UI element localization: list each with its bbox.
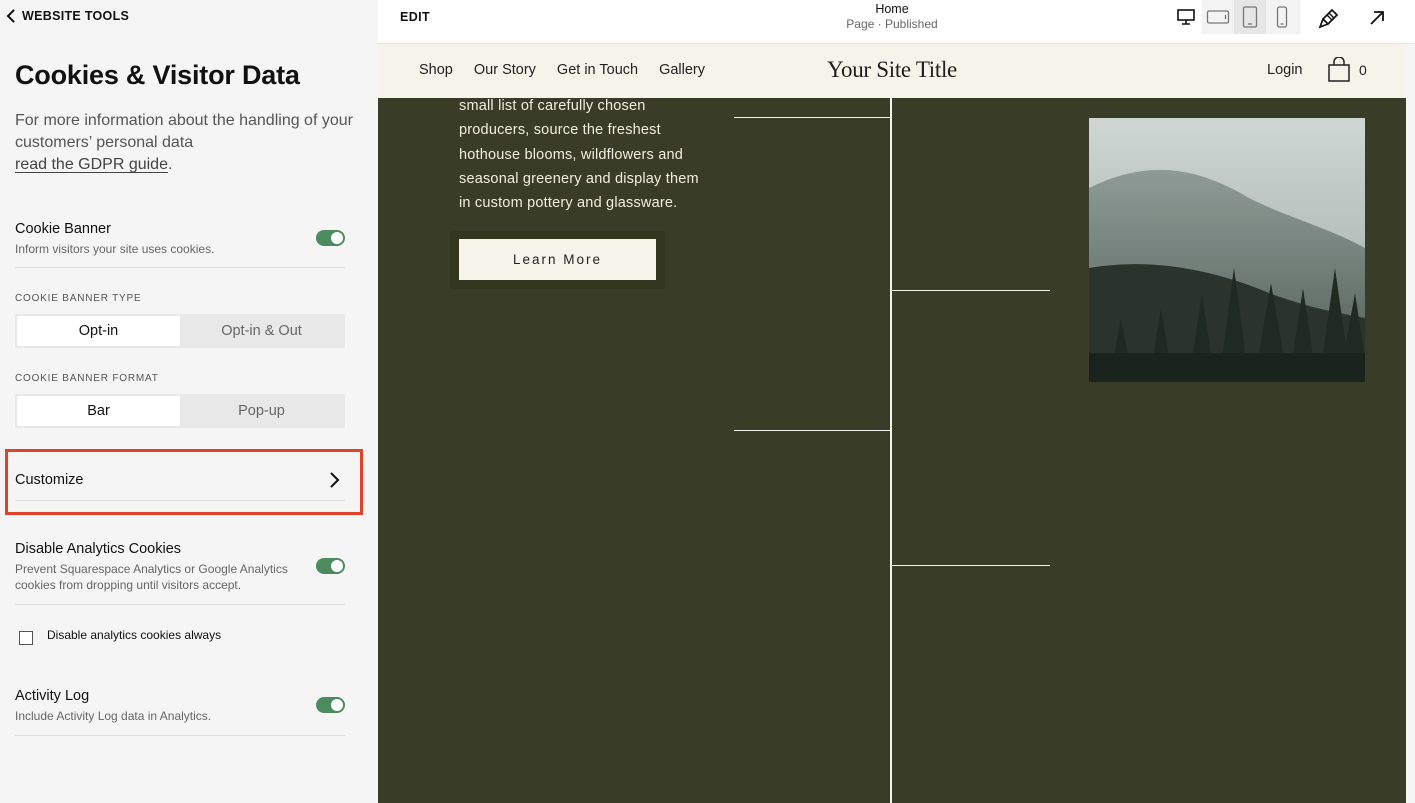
activity-log-toggle[interactable] — [316, 697, 345, 713]
banner-format-label: COOKIE BANNER FORMAT — [15, 373, 159, 384]
customize-row[interactable]: Customize — [15, 460, 345, 501]
activity-log-title: Activity Log — [15, 688, 90, 704]
tablet-landscape-icon — [1206, 10, 1230, 24]
site-content: small list of carefully chosen producers… — [378, 98, 1406, 803]
banner-type-opt-in-out[interactable]: Opt-in & Out — [180, 316, 343, 346]
cookie-banner-row: Cookie Banner Inform visitors your site … — [15, 221, 345, 268]
scrollbar-gutter — [1406, 44, 1415, 803]
analytics-always-row: Disable analytics cookies always — [19, 628, 221, 645]
chevron-right-icon — [330, 472, 340, 488]
divider-horizontal — [734, 430, 891, 431]
back-label: WEBSITE TOOLS — [22, 9, 130, 23]
divider-horizontal — [891, 290, 1050, 291]
description-suffix: . — [167, 156, 173, 173]
panel-description: For more information about the handling … — [15, 110, 355, 176]
device-switcher — [1170, 0, 1301, 34]
analytics-always-checkbox[interactable] — [19, 631, 33, 645]
disable-analytics-row: Disable Analytics Cookies Prevent Square… — [15, 541, 345, 605]
mobile-view-button[interactable] — [1266, 0, 1298, 34]
mobile-icon — [1276, 6, 1288, 28]
banner-format-popup[interactable]: Pop-up — [180, 396, 343, 426]
intro-text: small list of carefully chosen producers… — [459, 98, 699, 212]
desktop-view-button[interactable] — [1170, 0, 1202, 34]
settings-panel: WEBSITE TOOLS Cookies & Visitor Data For… — [0, 0, 378, 803]
disable-analytics-subtitle: Prevent Squarespace Analytics or Google … — [15, 562, 288, 592]
desktop-icon — [1177, 9, 1195, 25]
divider-vertical — [890, 98, 892, 803]
gdpr-guide-link[interactable]: read the GDPR guide — [15, 156, 168, 173]
cookie-banner-toggle[interactable] — [316, 230, 345, 246]
tablet-landscape-view-button[interactable] — [1202, 0, 1234, 34]
cookie-banner-title: Cookie Banner — [15, 221, 111, 237]
cart-count: 0 — [1359, 62, 1367, 78]
analytics-always-label: Disable analytics cookies always — [47, 628, 222, 642]
banner-type-opt-in[interactable]: Opt-in — [17, 316, 180, 346]
login-link[interactable]: Login — [1267, 62, 1302, 78]
divider-horizontal — [734, 117, 891, 118]
cart-button[interactable]: 0 — [1327, 57, 1367, 83]
disable-analytics-toggle[interactable] — [316, 558, 345, 574]
customize-label: Customize — [15, 472, 84, 488]
shopping-bag-icon — [1328, 57, 1350, 82]
tablet-portrait-view-button[interactable] — [1234, 0, 1266, 34]
banner-type-segmented-control: Opt-in Opt-in & Out — [15, 314, 345, 348]
paintbrush-icon[interactable] — [1318, 7, 1340, 29]
activity-log-row: Activity Log Include Activity Log data i… — [15, 688, 345, 736]
site-title[interactable]: Your Site Title — [378, 57, 1406, 83]
banner-format-segmented-control: Bar Pop-up — [15, 394, 345, 428]
open-external-icon[interactable] — [1366, 7, 1388, 29]
cookie-banner-subtitle: Inform visitors your site uses cookies. — [15, 242, 215, 256]
forest-fog-image — [1089, 118, 1365, 382]
learn-more-button[interactable]: Learn More — [459, 239, 656, 280]
banner-type-label: COOKIE BANNER TYPE — [15, 293, 142, 304]
divider-horizontal — [891, 565, 1050, 566]
tablet-portrait-icon — [1242, 6, 1258, 28]
editor-topbar: EDIT Home Page · Published — [378, 0, 1415, 44]
back-button[interactable]: WEBSITE TOOLS — [6, 9, 129, 23]
chevron-left-icon — [6, 9, 15, 23]
banner-format-bar[interactable]: Bar — [17, 396, 180, 426]
description-text: For more information about the handling … — [15, 112, 353, 151]
panel-title: Cookies & Visitor Data — [15, 60, 300, 90]
site-header: Shop Our Story Get in Touch Gallery Your… — [378, 44, 1406, 98]
disable-analytics-title: Disable Analytics Cookies — [15, 541, 182, 557]
activity-log-subtitle: Include Activity Log data in Analytics. — [15, 709, 212, 723]
